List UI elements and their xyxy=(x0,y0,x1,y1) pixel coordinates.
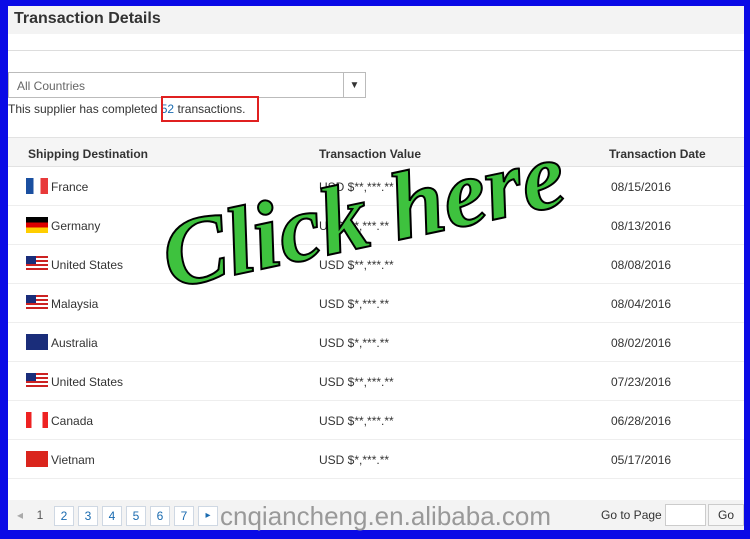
country-filter-select[interactable]: All Countries ▼ xyxy=(8,72,366,98)
cell-value: USD $*,***.** xyxy=(319,453,390,467)
flag-ca-icon xyxy=(26,412,48,428)
cell-date: 07/23/2016 xyxy=(611,375,672,389)
table-row: Australia USD $*,***.** 08/02/2016 xyxy=(8,323,744,362)
page-7[interactable]: 7 xyxy=(174,506,194,526)
flag-my-icon xyxy=(26,295,48,311)
cell-destination: Vietnam xyxy=(51,453,95,467)
cell-destination: France xyxy=(51,180,89,194)
flag-us-icon xyxy=(26,373,48,389)
goto-label: Go to Page xyxy=(601,508,662,522)
page-4[interactable]: 4 xyxy=(102,506,122,526)
cell-destination: Canada xyxy=(51,414,94,428)
cell-date: 08/15/2016 xyxy=(611,180,672,194)
cell-date: 08/04/2016 xyxy=(611,297,672,311)
cell-destination: United States xyxy=(51,258,124,272)
cell-destination: Malaysia xyxy=(51,297,99,311)
cell-destination: Germany xyxy=(51,219,101,233)
cell-date: 06/28/2016 xyxy=(611,414,672,428)
cell-destination: Australia xyxy=(51,336,98,350)
highlight-box xyxy=(161,96,259,122)
watermark: cnqiancheng.en.alibaba.com xyxy=(220,501,552,531)
next-page-button[interactable]: ▸ xyxy=(198,506,218,526)
flag-us-icon xyxy=(26,256,48,272)
cell-date: 08/13/2016 xyxy=(611,219,672,233)
page-3[interactable]: 3 xyxy=(78,506,98,526)
flag-de-icon xyxy=(26,217,48,233)
cell-date: 05/17/2016 xyxy=(611,453,672,467)
cell-destination: United States xyxy=(51,375,124,389)
cell-value: USD $**,***.** xyxy=(319,375,394,389)
chevron-down-icon[interactable]: ▼ xyxy=(343,73,365,97)
info-prefix: This supplier has completed xyxy=(8,102,161,116)
cell-date: 08/08/2016 xyxy=(611,258,672,272)
flag-vn-icon xyxy=(26,451,48,467)
prev-page-button[interactable]: ◂ xyxy=(10,506,30,526)
table-row: Vietnam USD $*,***.** 05/17/2016 xyxy=(8,440,744,479)
goto-page-input[interactable] xyxy=(665,504,706,526)
cell-value: USD $**,***.** xyxy=(319,414,394,428)
pagination: ◂ 1 2 3 4 5 6 7 ▸ cnqiancheng.en.alibaba… xyxy=(8,500,744,531)
page-5[interactable]: 5 xyxy=(126,506,146,526)
go-button[interactable]: Go xyxy=(708,504,744,526)
cell-value: USD $*,***.** xyxy=(319,297,390,311)
page-6[interactable]: 6 xyxy=(150,506,170,526)
flag-au-icon xyxy=(26,334,48,350)
table-row: United States USD $**,***.** 07/23/2016 xyxy=(8,362,744,401)
table-row: Canada USD $**,***.** 06/28/2016 xyxy=(8,401,744,440)
header-date: Transaction Date xyxy=(609,147,706,161)
flag-fr-icon xyxy=(26,178,48,194)
country-filter-value: All Countries xyxy=(17,79,86,93)
cell-date: 08/02/2016 xyxy=(611,336,672,350)
page-2[interactable]: 2 xyxy=(54,506,74,526)
panel-title: Transaction Details xyxy=(8,6,744,34)
cell-value: USD $*,***.** xyxy=(319,336,390,350)
divider xyxy=(8,50,744,51)
header-destination: Shipping Destination xyxy=(28,147,148,161)
table-row: Malaysia USD $*,***.** 08/04/2016 xyxy=(8,284,744,323)
page-current: 1 xyxy=(36,508,44,522)
